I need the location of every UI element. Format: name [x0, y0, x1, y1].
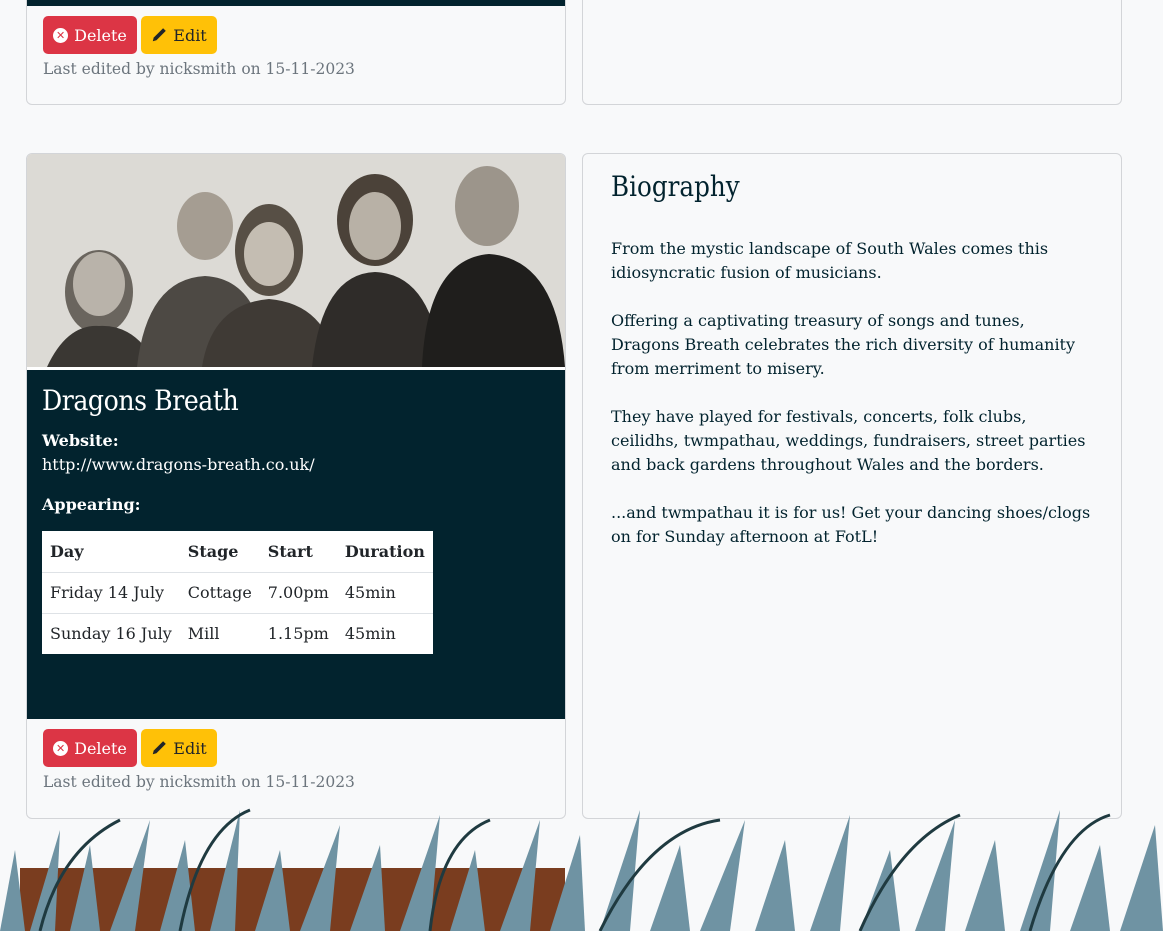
edit-button[interactable]: Edit [141, 729, 217, 767]
website-label: Website: [42, 431, 119, 450]
delete-label: Delete [74, 738, 127, 758]
band-name: Dragons Breath [42, 384, 239, 417]
x-circle-icon: ✕ [53, 740, 69, 756]
x-circle-icon: ✕ [53, 27, 69, 43]
previous-card-dark-strip [27, 0, 565, 6]
appearing-label: Appearing: [42, 495, 141, 514]
last-edited-text: Last edited by nicksmith on 15-11-2023 [43, 773, 355, 791]
appearances-table: Day Stage Start Duration Friday 14 July … [42, 531, 433, 654]
table-header-duration: Duration [344, 541, 425, 561]
table-row: Friday 14 July Cottage 7.00pm 45min [42, 571, 433, 613]
table-cell: Sunday 16 July [42, 612, 180, 654]
edit-button[interactable]: Edit [141, 16, 217, 54]
delete-button[interactable]: ✕ Delete [43, 16, 137, 54]
band-photo-image [27, 154, 565, 367]
table-header-row: Day Stage Start Duration [42, 531, 433, 572]
table-cell: 7.00pm [259, 571, 337, 613]
table-header-day: Day [50, 541, 84, 561]
table-row: Sunday 16 July Mill 1.15pm 45min [42, 612, 433, 654]
grass-decoration [0, 808, 1163, 931]
table-cell: Friday 14 July [42, 571, 180, 613]
pencil-icon [153, 741, 167, 755]
previous-artist-card: ✕ Delete Edit Last edited by nicksmith o… [26, 0, 566, 105]
biography-paragraph: From the mystic landscape of South Wales… [611, 239, 1049, 282]
table-cell: 45min [336, 571, 433, 613]
table-cell: 45min [336, 612, 433, 654]
last-edited-text: Last edited by nicksmith on 15-11-2023 [43, 60, 355, 78]
artist-card: Dragons Breath Website: http://www.drago… [26, 153, 566, 819]
delete-label: Delete [74, 25, 127, 45]
table-cell: Mill [179, 612, 260, 654]
table-cell: 1.15pm [259, 612, 337, 654]
biography-paragraph: ...and twmpathau it is for us! Get your … [611, 503, 1091, 546]
biography-paragraph: Offering a captivating treasury of songs… [611, 311, 1076, 378]
table-header-start: Start [267, 541, 313, 561]
biography-card: Biography From the mystic landscape of S… [582, 153, 1122, 819]
artist-info-panel: Dragons Breath Website: http://www.drago… [27, 370, 565, 719]
delete-button[interactable]: ✕ Delete [43, 729, 137, 767]
edit-label: Edit [173, 738, 207, 758]
table-header-stage: Stage [187, 541, 239, 561]
band-photo [27, 154, 565, 367]
edit-label: Edit [173, 25, 207, 45]
pencil-icon [153, 28, 167, 42]
table-cell: Cottage [179, 571, 260, 613]
previous-biography-card [582, 0, 1122, 105]
biography-title: Biography [611, 170, 740, 203]
website-link[interactable]: http://www.dragons-breath.co.uk/ [42, 455, 315, 474]
biography-paragraph: They have played for festivals, concerts… [611, 407, 1086, 474]
